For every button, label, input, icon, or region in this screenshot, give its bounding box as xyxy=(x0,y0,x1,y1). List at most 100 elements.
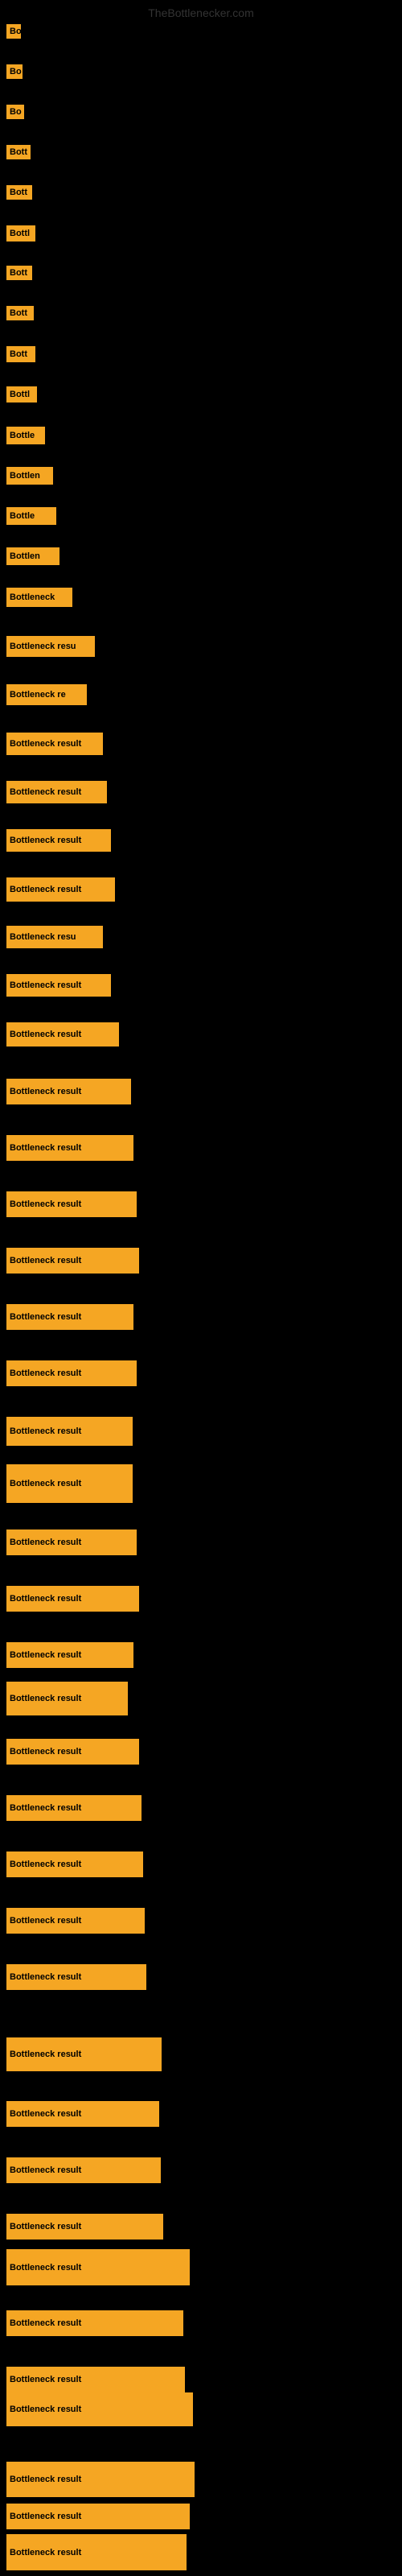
bar-item: Bott xyxy=(6,306,34,320)
bottleneck-bar: Bottleneck result xyxy=(6,829,111,852)
bar-item: Bott xyxy=(6,346,35,362)
bottleneck-bar: Bottleneck result xyxy=(6,1795,142,1821)
bottleneck-bar: Bottleneck result xyxy=(6,1964,146,1990)
bar-item: Bottleneck result xyxy=(6,1248,139,1274)
bottleneck-bar: Bottleneck result xyxy=(6,1908,145,1934)
bar-item: Bottleneck result xyxy=(6,1304,133,1330)
bar-item: Bottlen xyxy=(6,547,59,565)
bar-item: Bottleneck result xyxy=(6,829,111,852)
bottleneck-bar: Bottleneck re xyxy=(6,684,87,705)
bar-item: Bottleneck result xyxy=(6,1852,143,1877)
bottleneck-bar: Bott xyxy=(6,306,34,320)
bar-item: Bottleneck re xyxy=(6,684,87,705)
bar-item: Bottleneck result xyxy=(6,1360,137,1386)
bottleneck-bar: Bottleneck resu xyxy=(6,636,95,657)
bar-item: Bott xyxy=(6,185,32,200)
bottleneck-bar: Bottleneck result xyxy=(6,2157,161,2183)
bar-item: Bottleneck result xyxy=(6,1739,139,1765)
bar-item: Bott xyxy=(6,145,31,159)
bottleneck-bar: Bottleneck result xyxy=(6,1360,137,1386)
bar-item: Bottleneck result xyxy=(6,1530,137,1555)
bar-item: Bottlen xyxy=(6,467,53,485)
bar-item: Bottleneck result xyxy=(6,1022,119,1046)
bar-item: Bottleneck result xyxy=(6,2157,161,2183)
bar-item: Bottleneck result xyxy=(6,877,115,902)
bottleneck-bar: Bott xyxy=(6,266,32,280)
bar-item: Bottleneck result xyxy=(6,2392,193,2426)
bar-item: Bottleneck result xyxy=(6,1908,145,1934)
bar-item: Bottle xyxy=(6,507,56,525)
bar-item: Bottleneck result xyxy=(6,2367,185,2392)
bottleneck-bar: Bottleneck result xyxy=(6,1852,143,1877)
bottleneck-bar: Bottleneck result xyxy=(6,1530,137,1555)
bottleneck-bar: Bottleneck result xyxy=(6,1682,128,1715)
bar-item: Bottleneck result xyxy=(6,2101,159,2127)
bar-item: Bo xyxy=(6,64,23,79)
bar-item: Bottleneck result xyxy=(6,1079,131,1104)
bar-item: Bottleneck result xyxy=(6,1795,142,1821)
bar-item: Bott xyxy=(6,266,32,280)
bottleneck-bar: Bottleneck result xyxy=(6,2101,159,2127)
bar-item: Bottleneck result xyxy=(6,2310,183,2336)
bar-item: Bottleneck result xyxy=(6,974,111,997)
bottleneck-bar: Bottleneck result xyxy=(6,2534,187,2570)
bottleneck-bar: Bottlen xyxy=(6,467,53,485)
bar-item: Bottleneck result xyxy=(6,1191,137,1217)
bar-item: Bottleneck result xyxy=(6,2504,190,2529)
bottleneck-bar: Bottleneck result xyxy=(6,1642,133,1668)
bottleneck-bar: Bottl xyxy=(6,386,37,402)
bar-item: Bo xyxy=(6,105,24,119)
bottleneck-bar: Bottle xyxy=(6,427,45,444)
bottleneck-bar: Bottl xyxy=(6,225,35,242)
bar-item: Bottleneck resu xyxy=(6,636,95,657)
bottleneck-bar: Bottle xyxy=(6,507,56,525)
bottleneck-bar: Bottleneck result xyxy=(6,2392,193,2426)
bottleneck-bar: Bottleneck result xyxy=(6,1248,139,1274)
bottleneck-bar: Bottlen xyxy=(6,547,59,565)
bar-item: Bottleneck resu xyxy=(6,926,103,948)
bottleneck-bar: Bottleneck result xyxy=(6,974,111,997)
bottleneck-bar: Bottleneck result xyxy=(6,781,107,803)
bar-item: Bottleneck result xyxy=(6,781,107,803)
bar-item: Bottleneck result xyxy=(6,1135,133,1161)
bottleneck-bar: Bott xyxy=(6,346,35,362)
bar-item: Bottleneck result xyxy=(6,733,103,755)
bar-item: Bottleneck result xyxy=(6,2214,163,2240)
bar-item: Bottleneck result xyxy=(6,1682,128,1715)
bottleneck-bar: Bottleneck result xyxy=(6,733,103,755)
bar-item: Bottleneck result xyxy=(6,2534,187,2570)
bar-item: Bottleneck result xyxy=(6,1964,146,1990)
bottleneck-bar: Bottleneck result xyxy=(6,2462,195,2497)
bottleneck-bar: Bott xyxy=(6,145,31,159)
bottleneck-bar: Bottleneck result xyxy=(6,2504,190,2529)
site-title: TheBottlenecker.com xyxy=(148,6,254,19)
bottleneck-bar: Bo xyxy=(6,24,21,39)
bottleneck-bar: Bottleneck result xyxy=(6,2037,162,2071)
bar-item: Bottl xyxy=(6,386,37,402)
bottleneck-bar: Bottleneck result xyxy=(6,877,115,902)
bottleneck-bar: Bottleneck result xyxy=(6,1304,133,1330)
bottleneck-bar: Bott xyxy=(6,185,32,200)
bar-item: Bottleneck xyxy=(6,588,72,607)
bar-item: Bottleneck result xyxy=(6,1586,139,1612)
bar-item: Bottleneck result xyxy=(6,1642,133,1668)
bar-item: Bottleneck result xyxy=(6,2462,195,2497)
bottleneck-bar: Bottleneck result xyxy=(6,2249,190,2285)
bar-item: Bottleneck result xyxy=(6,1464,133,1503)
bottleneck-bar: Bottleneck result xyxy=(6,1586,139,1612)
bottleneck-bar: Bo xyxy=(6,64,23,79)
bottleneck-bar: Bottleneck xyxy=(6,588,72,607)
bottleneck-bar: Bottleneck result xyxy=(6,1079,131,1104)
bar-item: Bottleneck result xyxy=(6,2037,162,2071)
bar-item: Bottleneck result xyxy=(6,2249,190,2285)
bar-item: Bottle xyxy=(6,427,45,444)
bottleneck-bar: Bottleneck result xyxy=(6,2214,163,2240)
bottleneck-bar: Bottleneck result xyxy=(6,1022,119,1046)
bottleneck-bar: Bottleneck result xyxy=(6,2367,185,2392)
bottleneck-bar: Bottleneck result xyxy=(6,1739,139,1765)
bottleneck-bar: Bo xyxy=(6,105,24,119)
bottleneck-bar: Bottleneck result xyxy=(6,2310,183,2336)
bottleneck-bar: Bottleneck result xyxy=(6,1417,133,1446)
bar-item: Bottleneck result xyxy=(6,1417,133,1446)
bottleneck-bar: Bottleneck resu xyxy=(6,926,103,948)
